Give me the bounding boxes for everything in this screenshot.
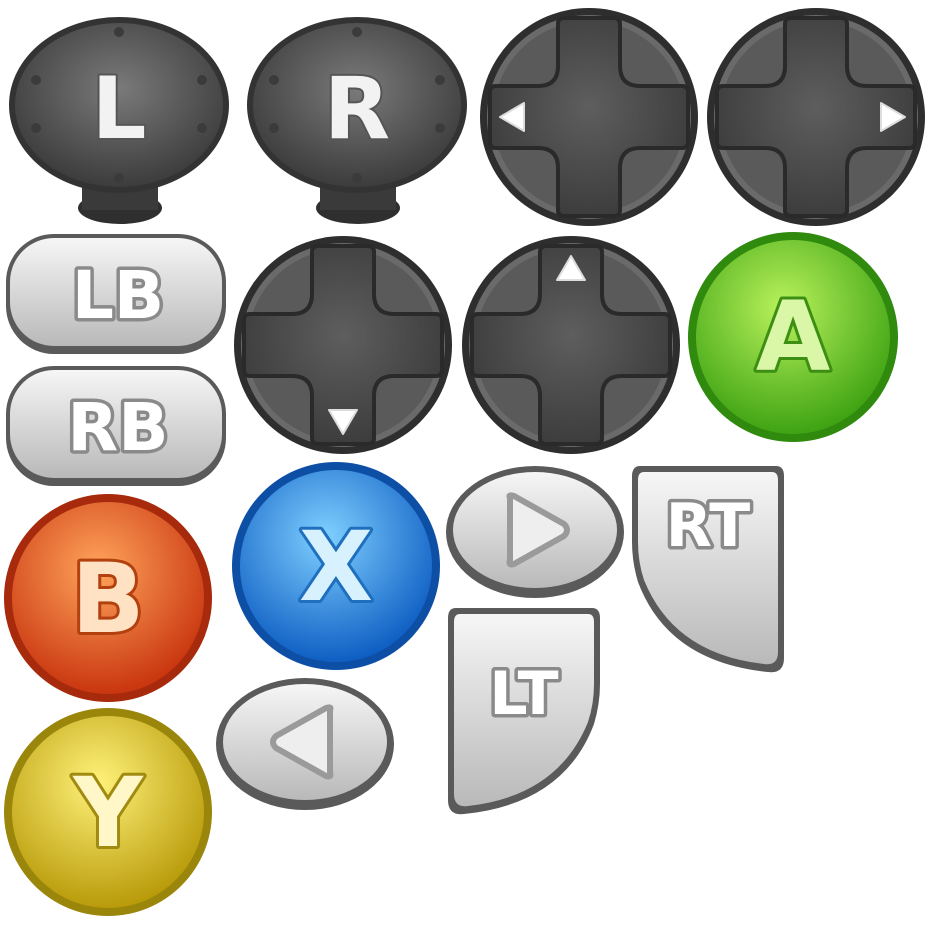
dpad-left[interactable]	[478, 6, 700, 228]
lb-button[interactable]: LB	[4, 232, 228, 356]
lt-label: LT	[489, 659, 558, 729]
lb-label: LB	[72, 257, 164, 334]
lt-trigger[interactable]: LT	[444, 604, 604, 820]
r-label: R	[324, 59, 390, 159]
b-button[interactable]: B	[2, 492, 214, 704]
dpad-right[interactable]	[705, 6, 927, 228]
start-button[interactable]	[444, 464, 626, 600]
l-label: L	[92, 59, 147, 159]
rt-trigger[interactable]: RT	[628, 462, 788, 678]
dpad-down[interactable]	[232, 234, 454, 456]
y-button[interactable]: Y	[2, 706, 214, 918]
x-label: X	[299, 511, 373, 623]
a-label: A	[756, 281, 830, 393]
x-button[interactable]: X	[230, 460, 442, 672]
dpad-up[interactable]	[460, 234, 682, 456]
rb-label: RB	[67, 389, 168, 466]
rb-button[interactable]: RB	[4, 364, 228, 488]
a-button[interactable]: A	[686, 230, 900, 444]
l-shoulder-button[interactable]: L	[6, 10, 232, 226]
rt-label: RT	[666, 491, 751, 561]
r-shoulder-button[interactable]: R	[244, 10, 470, 226]
y-label: Y	[72, 757, 144, 869]
b-label: B	[71, 543, 144, 655]
back-button[interactable]	[214, 676, 396, 812]
